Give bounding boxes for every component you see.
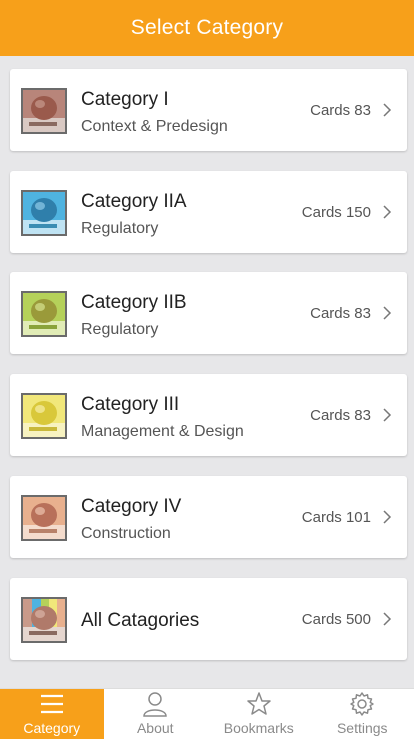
page-title: Select Category (131, 16, 283, 40)
card-count: Cards 101 (302, 509, 371, 526)
card-count: Cards 83 (310, 407, 371, 424)
bottom-tab-bar: Category About Bookmarks Settin (0, 688, 414, 739)
chevron-right-icon (382, 508, 392, 526)
star-icon (246, 691, 272, 717)
tab-label: Category (23, 720, 80, 736)
person-icon (142, 691, 168, 717)
category-subtitle: Construction (81, 525, 171, 543)
category-iv-thumbnail (21, 495, 67, 541)
category-card-i[interactable]: Category I Context & Predesign Cards 83 (10, 69, 407, 151)
category-subtitle: Regulatory (81, 220, 158, 238)
card-count: Cards 500 (302, 611, 371, 628)
category-card-all[interactable]: All Catagories Cards 500 (10, 578, 407, 660)
tab-label: Bookmarks (224, 720, 294, 736)
chevron-right-icon (382, 203, 392, 221)
tab-label: About (137, 720, 174, 736)
category-iii-thumbnail (21, 393, 67, 439)
category-iia-thumbnail (21, 190, 67, 236)
category-title: Category IV (81, 496, 181, 518)
category-title: Category III (81, 394, 179, 416)
chevron-right-icon (382, 101, 392, 119)
category-card-iib[interactable]: Category IIB Regulatory Cards 83 (10, 272, 407, 354)
card-count: Cards 150 (302, 204, 371, 221)
category-subtitle: Regulatory (81, 321, 158, 339)
card-count: Cards 83 (310, 305, 371, 322)
tab-label: Settings (337, 720, 388, 736)
category-card-iia[interactable]: Category IIA Regulatory Cards 150 (10, 171, 407, 253)
tab-about[interactable]: About (104, 689, 208, 739)
app-header: Select Category (0, 0, 414, 56)
category-card-iii[interactable]: Category III Management & Design Cards 8… (10, 374, 407, 456)
category-title: Category I (81, 89, 169, 111)
category-iib-thumbnail (21, 291, 67, 337)
category-subtitle: Management & Design (81, 423, 244, 441)
category-card-iv[interactable]: Category IV Construction Cards 101 (10, 476, 407, 558)
tab-category[interactable]: Category (0, 689, 104, 739)
tab-bookmarks[interactable]: Bookmarks (207, 689, 311, 739)
category-list: Category I Context & Predesign Cards 83 … (0, 56, 414, 688)
menu-icon (39, 691, 65, 717)
gear-icon (349, 691, 375, 717)
category-title: All Catagories (81, 610, 199, 632)
chevron-right-icon (382, 304, 392, 322)
card-count: Cards 83 (310, 102, 371, 119)
chevron-right-icon (382, 406, 392, 424)
tab-settings[interactable]: Settings (311, 689, 414, 739)
category-subtitle: Context & Predesign (81, 118, 228, 136)
category-i-thumbnail (21, 88, 67, 134)
category-title: Category IIB (81, 292, 187, 314)
all-categories-thumbnail (21, 597, 67, 643)
category-title: Category IIA (81, 191, 187, 213)
chevron-right-icon (382, 610, 392, 628)
